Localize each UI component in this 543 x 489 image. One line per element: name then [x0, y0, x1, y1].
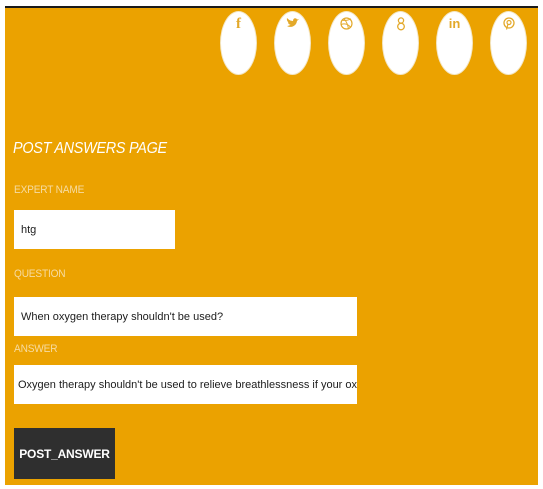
question-label: QUESTION	[14, 268, 66, 280]
twitter-icon	[275, 17, 310, 31]
answer-label: ANSWER	[14, 343, 58, 355]
answer-field[interactable]: Oxygen therapy shouldn't be used to reli…	[14, 365, 357, 404]
dribbble-button[interactable]	[328, 11, 365, 75]
twitter-button[interactable]	[274, 11, 311, 75]
pinterest-icon	[491, 17, 526, 32]
expert-name-label: EXPERT NAME	[14, 184, 85, 196]
expert-name-field[interactable]: htg	[14, 210, 175, 249]
facebook-button[interactable]: f	[220, 11, 257, 75]
pinterest-button[interactable]	[490, 11, 527, 75]
linkedin-icon: in	[448, 16, 461, 31]
google-plus-icon	[383, 17, 418, 33]
post-answer-button[interactable]: POST_ANSWER	[14, 428, 115, 479]
dribbble-icon	[329, 17, 364, 32]
page-container: f in POST ANSWERS PAGE EXPERT NAME htg Q…	[5, 6, 538, 485]
page-title: POST ANSWERS PAGE	[13, 140, 167, 157]
google-plus-button[interactable]	[382, 11, 419, 75]
facebook-icon: f	[236, 16, 241, 32]
linkedin-button[interactable]: in	[436, 11, 473, 75]
question-field[interactable]: When oxygen therapy shouldn't be used?	[14, 297, 357, 336]
social-icons-bar: f in	[220, 11, 527, 75]
